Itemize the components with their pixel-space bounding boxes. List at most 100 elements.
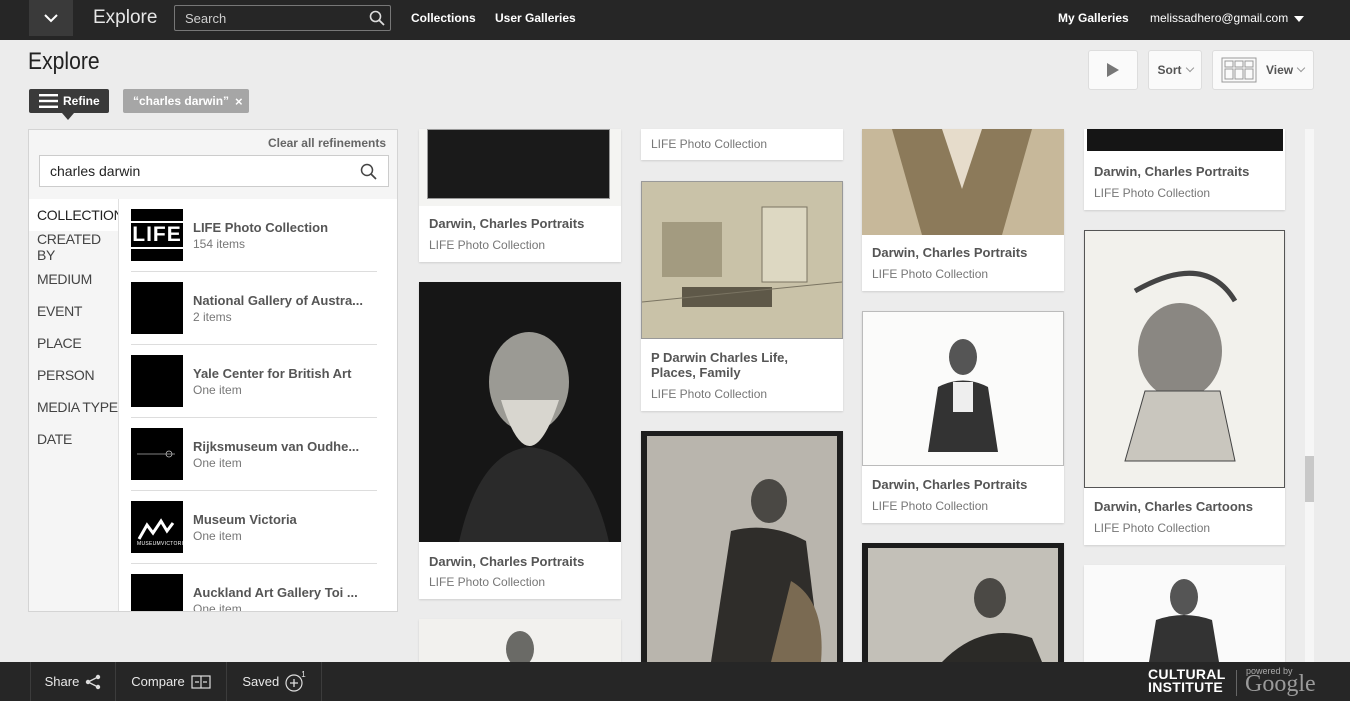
- collection-thumbnail: LIFE: [128, 209, 186, 261]
- card-title: Darwin, Charles Portraits: [1094, 164, 1250, 179]
- search-icon[interactable]: [369, 10, 385, 26]
- result-card[interactable]: Darwin, Charles Portraits LIFE Photo Col…: [419, 129, 621, 262]
- collection-option[interactable]: Rijksmuseum van Oudhe... One item: [131, 418, 377, 491]
- collection-option[interactable]: MUSEUMVICTORIA Museum Victoria One item: [131, 491, 377, 564]
- clear-refinements-link[interactable]: Clear all refinements: [268, 136, 386, 150]
- saved-count-badge: 1: [301, 670, 306, 679]
- card-title: Darwin, Charles Portraits: [429, 554, 585, 569]
- result-card[interactable]: Darwin, Charles Cartoons LIFE Photo Coll…: [1084, 230, 1285, 545]
- collection-name: National Gallery of Austra...: [193, 293, 364, 308]
- refine-pointer: [62, 113, 74, 120]
- collection-count: One item: [193, 602, 242, 611]
- share-button[interactable]: Share: [30, 662, 116, 701]
- artwork-image: [419, 619, 621, 662]
- artwork-image: [1084, 565, 1285, 662]
- brand-label[interactable]: Explore: [93, 7, 157, 29]
- collection-name: Museum Victoria: [193, 512, 297, 527]
- nav-collections-link[interactable]: Collections: [411, 11, 476, 25]
- life-logo: LIFE: [128, 221, 186, 249]
- chevron-down-icon: [1296, 63, 1306, 73]
- result-card[interactable]: [419, 619, 621, 662]
- facet-person[interactable]: PERSON: [29, 359, 119, 391]
- view-label: View: [1266, 63, 1294, 77]
- user-email: melissadhero@gmail.com: [1150, 11, 1289, 25]
- query-chip: “charles darwin” ×: [123, 89, 249, 113]
- top-bar: Explore Collections User Galleries My Ga…: [0, 0, 1350, 40]
- card-title: Darwin, Charles Portraits: [872, 477, 1028, 492]
- global-search-input[interactable]: [175, 6, 365, 30]
- divider: [1236, 670, 1237, 696]
- collection-name: Yale Center for British Art: [193, 366, 352, 381]
- slideshow-button[interactable]: [1088, 50, 1138, 90]
- result-card[interactable]: Darwin, Charles Portraits LIFE Photo Col…: [419, 282, 621, 599]
- search-icon[interactable]: [360, 163, 377, 180]
- google-logo[interactable]: Google: [1245, 671, 1316, 698]
- artwork-image: [1084, 129, 1285, 153]
- card-subtitle: LIFE Photo Collection: [429, 575, 546, 589]
- query-chip-label: “charles darwin”: [133, 94, 230, 108]
- facet-collection[interactable]: COLLECTION: [29, 199, 124, 231]
- saved-label: Saved: [242, 674, 280, 689]
- result-card[interactable]: [1084, 565, 1285, 662]
- compare-icon: [191, 674, 211, 689]
- result-card[interactable]: LIFE Photo Collection: [641, 129, 843, 160]
- play-icon: [1107, 63, 1119, 77]
- artwork-image: [862, 543, 1064, 662]
- card-title: P Darwin Charles Life, Places, Family: [651, 350, 789, 380]
- facet-event[interactable]: EVENT: [29, 295, 119, 327]
- facet-list: COLLECTION CREATED BY MEDIUM EVENT PLACE…: [29, 199, 124, 455]
- result-card[interactable]: [641, 431, 843, 662]
- collection-options: LIFE LIFE Photo Collection 154 items Nat…: [118, 199, 397, 611]
- share-label: Share: [44, 674, 80, 689]
- menu-toggle-button[interactable]: [29, 0, 73, 36]
- facet-date[interactable]: DATE: [29, 423, 119, 455]
- collection-thumbnail: [131, 428, 183, 480]
- refine-search: [39, 155, 389, 187]
- artwork-image: [641, 431, 843, 662]
- artwork-image: [862, 129, 1064, 235]
- refine-search-input[interactable]: [40, 156, 350, 186]
- collection-thumbnail: [131, 355, 183, 407]
- logo-line-2: INSTITUTE: [1148, 679, 1224, 695]
- facet-created-by[interactable]: CREATED BY: [29, 231, 119, 263]
- collection-name: LIFE Photo Collection: [193, 220, 329, 235]
- sort-label: Sort: [1157, 63, 1182, 77]
- collection-count: One item: [193, 383, 242, 397]
- facet-medium[interactable]: MEDIUM: [29, 263, 119, 295]
- chevron-down-icon: [1185, 63, 1194, 73]
- view-dropdown[interactable]: View: [1212, 50, 1314, 90]
- card-subtitle: LIFE Photo Collection: [651, 387, 768, 401]
- collection-option[interactable]: National Gallery of Austra... 2 items: [131, 272, 377, 345]
- card-subtitle: LIFE Photo Collection: [1094, 186, 1211, 200]
- cultural-institute-logo[interactable]: CULTURAL INSTITUTE: [1148, 667, 1226, 695]
- card-subtitle: LIFE Photo Collection: [1094, 521, 1211, 535]
- remove-chip-button[interactable]: ×: [235, 94, 243, 109]
- scrollbar-thumb[interactable]: [1305, 456, 1314, 502]
- card-subtitle: LIFE Photo Collection: [651, 137, 768, 151]
- compare-button[interactable]: Compare: [116, 662, 227, 701]
- refine-button[interactable]: Refine: [29, 89, 109, 120]
- nav-user-galleries-link[interactable]: User Galleries: [495, 11, 576, 25]
- saved-button[interactable]: Saved 1: [227, 662, 322, 701]
- collection-option[interactable]: Auckland Art Gallery Toi ... One item: [131, 564, 377, 611]
- collection-option[interactable]: LIFE LIFE Photo Collection 154 items: [128, 199, 377, 272]
- rijksmuseum-logo: [137, 450, 175, 458]
- collection-option[interactable]: Yale Center for British Art One item: [131, 345, 377, 418]
- facet-media-type[interactable]: MEDIA TYPE: [29, 391, 119, 423]
- museum-victoria-wordmark: MUSEUMVICTORIA: [137, 541, 187, 547]
- global-search: [174, 5, 391, 31]
- artwork-image: [641, 181, 843, 339]
- result-card[interactable]: Darwin, Charles Portraits LIFE Photo Col…: [862, 311, 1064, 523]
- account-menu[interactable]: melissadhero@gmail.com: [1150, 11, 1305, 25]
- result-card[interactable]: Darwin, Charles Portraits LIFE Photo Col…: [862, 129, 1064, 291]
- results-scrollbar[interactable]: [1305, 129, 1314, 662]
- result-card[interactable]: Darwin, Charles Portraits LIFE Photo Col…: [1084, 129, 1285, 210]
- result-card[interactable]: P Darwin Charles Life, Places, Family LI…: [641, 181, 843, 411]
- card-subtitle: LIFE Photo Collection: [872, 499, 989, 513]
- artwork-image: [419, 129, 621, 206]
- facet-place[interactable]: PLACE: [29, 327, 119, 359]
- collection-thumbnail: MUSEUMVICTORIA: [131, 501, 187, 553]
- sort-dropdown[interactable]: Sort: [1148, 50, 1202, 90]
- my-galleries-link[interactable]: My Galleries: [1058, 11, 1129, 25]
- result-card[interactable]: [862, 543, 1064, 662]
